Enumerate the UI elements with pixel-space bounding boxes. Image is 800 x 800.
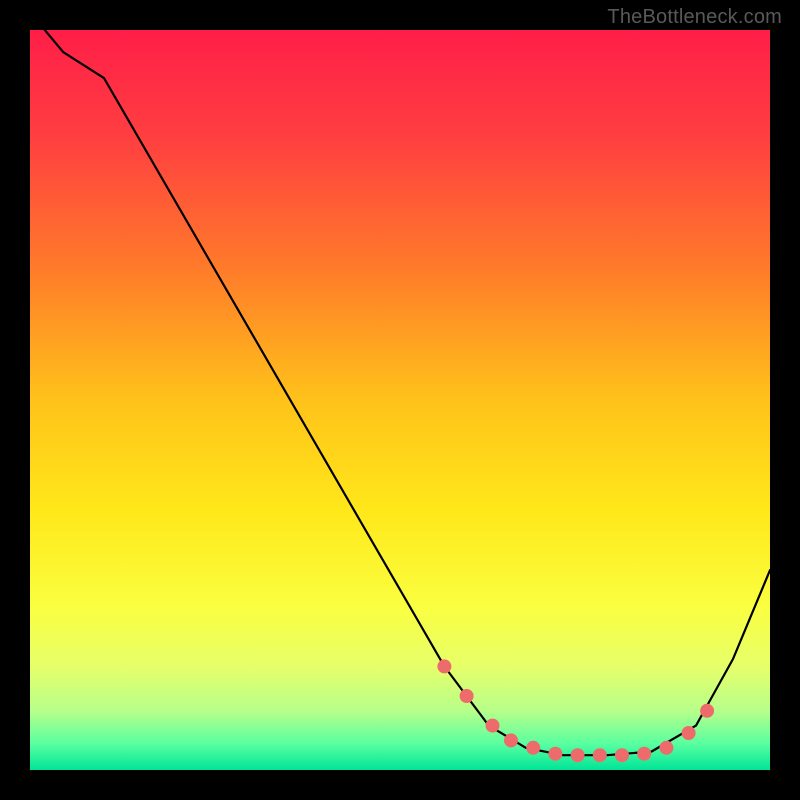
watermark-text: TheBottleneck.com	[607, 6, 782, 29]
marker-dot	[486, 719, 500, 733]
marker-dot	[615, 748, 629, 762]
marker-dot	[571, 748, 585, 762]
marker-dot	[437, 659, 451, 673]
chart-stage: TheBottleneck.com	[0, 0, 800, 800]
marker-dot	[637, 747, 651, 761]
marker-dot	[593, 748, 607, 762]
marker-dot	[700, 704, 714, 718]
marker-dot	[548, 747, 562, 761]
plot-area	[30, 30, 770, 770]
marker-dot	[526, 741, 540, 755]
marker-dot	[460, 689, 474, 703]
marker-dot	[682, 726, 696, 740]
marker-dot	[504, 733, 518, 747]
chart-svg	[30, 30, 770, 770]
marker-dot	[659, 741, 673, 755]
